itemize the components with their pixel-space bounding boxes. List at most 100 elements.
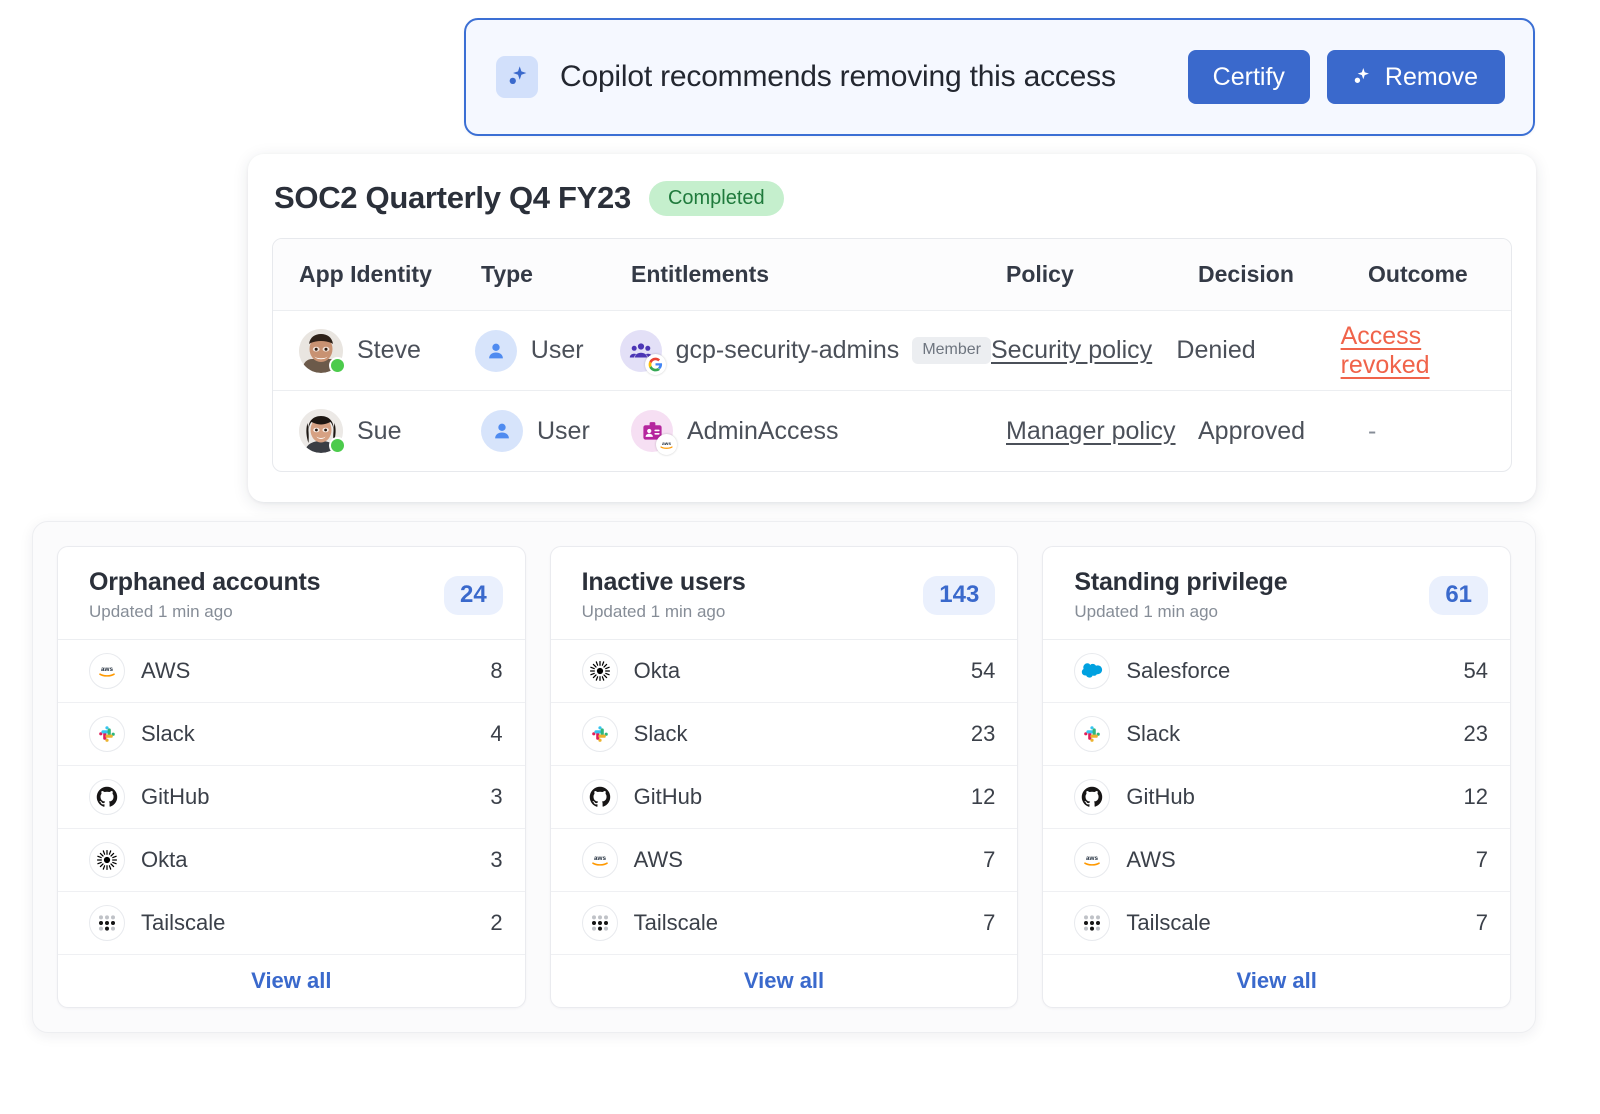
app-name: AWS <box>1126 847 1175 873</box>
list-item[interactable]: Slack 4 <box>58 703 525 766</box>
stat-card-header: Standing privilege Updated 1 min ago 61 <box>1043 547 1510 640</box>
slack-icon <box>89 716 125 752</box>
app-count: 23 <box>971 721 995 747</box>
access-review-header: SOC2 Quarterly Q4 FY23 Completed <box>272 180 1512 216</box>
cell-app-identity: Steve <box>273 329 475 373</box>
insights-panel: Orphaned accounts Updated 1 min ago 24 A… <box>32 521 1536 1033</box>
cell-policy: Security policy <box>991 336 1176 365</box>
svg-text:aws: aws <box>662 442 671 447</box>
aws-icon <box>1074 842 1110 878</box>
stat-card: Orphaned accounts Updated 1 min ago 24 A… <box>57 546 526 1008</box>
view-all-link[interactable]: View all <box>1043 955 1510 1007</box>
list-item[interactable]: GitHub 12 <box>1043 766 1510 829</box>
salesforce-icon <box>1074 653 1110 689</box>
stat-card-title: Standing privilege <box>1074 568 1287 597</box>
list-item[interactable]: Okta 54 <box>551 640 1018 703</box>
stat-card-subtitle: Updated 1 min ago <box>582 602 746 622</box>
person-icon <box>475 330 517 372</box>
list-item[interactable]: Okta 3 <box>58 829 525 892</box>
identity-name: Sue <box>357 417 401 446</box>
policy-link[interactable]: Manager policy <box>1006 417 1176 445</box>
table-row[interactable]: Sue User <box>273 391 1511 471</box>
entitlement-name: AdminAccess <box>687 417 838 446</box>
list-item[interactable]: Slack 23 <box>551 703 1018 766</box>
stat-card: Standing privilege Updated 1 min ago 61 … <box>1042 546 1511 1008</box>
app-count: 4 <box>490 721 502 747</box>
cell-type: User <box>481 410 631 452</box>
app-name: GitHub <box>634 784 702 810</box>
app-name: Tailscale <box>634 910 718 936</box>
list-item[interactable]: AWS 7 <box>1043 829 1510 892</box>
status-badge: Completed <box>649 181 784 216</box>
app-name: Okta <box>141 847 187 873</box>
cell-outcome: Access revoked <box>1341 322 1511 380</box>
certify-button[interactable]: Certify <box>1188 50 1310 104</box>
page-title: SOC2 Quarterly Q4 FY23 <box>274 180 631 216</box>
access-review-card: SOC2 Quarterly Q4 FY23 Completed App Ide… <box>248 154 1536 502</box>
stat-card-count-badge: 24 <box>444 576 503 615</box>
stat-card-header: Inactive users Updated 1 min ago 143 <box>551 547 1018 640</box>
view-all-link[interactable]: View all <box>551 955 1018 1007</box>
stat-card-title: Inactive users <box>582 568 746 597</box>
app-name: AWS <box>141 658 190 684</box>
app-count: 3 <box>490 847 502 873</box>
aws-icon: aws <box>656 434 677 455</box>
list-item[interactable]: AWS 7 <box>551 829 1018 892</box>
aws-icon <box>89 653 125 689</box>
app-name: Slack <box>1126 721 1180 747</box>
stat-card-subtitle: Updated 1 min ago <box>89 602 320 622</box>
column-header-entitlements: Entitlements <box>631 261 1006 288</box>
decision-value: Denied <box>1176 336 1255 364</box>
list-item[interactable]: GitHub 12 <box>551 766 1018 829</box>
column-header-type: Type <box>481 261 631 288</box>
decision-value: Approved <box>1198 417 1305 445</box>
list-item[interactable]: GitHub 3 <box>58 766 525 829</box>
column-header-app-identity: App Identity <box>273 261 481 288</box>
sparkle-icon <box>496 56 538 98</box>
app-name: Tailscale <box>141 910 225 936</box>
cell-outcome: - <box>1368 417 1511 446</box>
app-count: 23 <box>1464 721 1488 747</box>
sparkle-icon <box>1350 66 1372 88</box>
stat-card-count-badge: 61 <box>1429 576 1488 615</box>
entitlement-role-chip: Member <box>912 337 991 364</box>
outcome-link[interactable]: Access revoked <box>1341 322 1430 379</box>
app-count: 12 <box>971 784 995 810</box>
google-icon <box>645 354 666 375</box>
aws-icon <box>582 842 618 878</box>
remove-button[interactable]: Remove <box>1327 50 1505 104</box>
list-item[interactable]: Tailscale 2 <box>58 892 525 955</box>
list-item[interactable]: Slack 23 <box>1043 703 1510 766</box>
app-count: 12 <box>1464 784 1488 810</box>
column-header-outcome: Outcome <box>1368 261 1511 288</box>
list-item[interactable]: Tailscale 7 <box>1043 892 1510 955</box>
tailscale-icon <box>582 905 618 941</box>
table-header-row: App Identity Type Entitlements Policy De… <box>273 239 1511 311</box>
app-count: 54 <box>971 658 995 684</box>
list-item[interactable]: Tailscale 7 <box>551 892 1018 955</box>
badge-id-icon: aws <box>631 410 673 452</box>
list-item[interactable]: AWS 8 <box>58 640 525 703</box>
table-row[interactable]: Steve User <box>273 311 1511 391</box>
group-icon <box>620 330 662 372</box>
person-icon <box>481 410 523 452</box>
remove-button-label: Remove <box>1385 63 1478 92</box>
list-item[interactable]: Salesforce 54 <box>1043 640 1510 703</box>
slack-icon <box>1074 716 1110 752</box>
stat-card-count-badge: 143 <box>923 576 995 615</box>
view-all-link[interactable]: View all <box>58 955 525 1007</box>
cell-app-identity: Sue <box>273 409 481 453</box>
tailscale-icon <box>1074 905 1110 941</box>
app-name: Tailscale <box>1126 910 1210 936</box>
app-count: 54 <box>1464 658 1488 684</box>
cell-entitlements: gcp-security-admins Member <box>620 330 991 372</box>
type-label: User <box>531 336 584 365</box>
policy-link[interactable]: Security policy <box>991 336 1152 364</box>
stat-card: Inactive users Updated 1 min ago 143 Okt… <box>550 546 1019 1008</box>
app-name: Okta <box>634 658 680 684</box>
app-count: 8 <box>490 658 502 684</box>
avatar <box>299 329 343 373</box>
app-count: 3 <box>490 784 502 810</box>
app-count: 7 <box>983 847 995 873</box>
stat-card-subtitle: Updated 1 min ago <box>1074 602 1287 622</box>
